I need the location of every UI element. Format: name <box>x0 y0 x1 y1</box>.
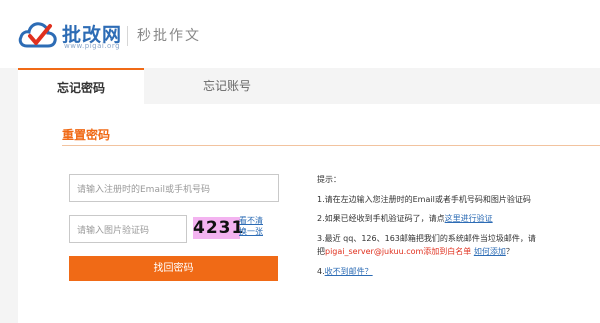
site-header: 批改网 www.pigai.org 秒批作文 <box>0 0 600 68</box>
tip-3-prefix: 把 <box>317 247 325 256</box>
header-slogan: 秒批作文 <box>137 28 201 44</box>
tips-heading: 提示： <box>317 175 341 184</box>
section-divider <box>62 145 600 146</box>
tip-4-prefix: 4. <box>317 267 325 276</box>
captcha-refresh-link[interactable]: 看不清 换一张 <box>239 215 269 237</box>
tip-1: 1.请在左边输入您注册时的Email或者手机号码和图片验证码 <box>317 195 531 204</box>
cloud-check-logo-icon[interactable] <box>18 18 58 52</box>
tab-bar: 忘记密码 忘记账号 <box>18 68 600 105</box>
captcha-placeholder: 请输入图片验证码 <box>77 225 150 236</box>
tab-forgot-password[interactable]: 忘记密码 <box>18 68 144 105</box>
whitelist-text: 添加到白名单 <box>423 247 472 256</box>
header-divider <box>127 26 128 46</box>
email-or-phone-input[interactable]: 请输入注册时的Email或手机号码 <box>69 174 279 202</box>
verify-here-link[interactable]: 这里进行验证 <box>445 214 493 223</box>
recover-password-button[interactable]: 找回密码 <box>69 256 278 281</box>
email-or-phone-placeholder: 请输入注册时的Email或手机号码 <box>77 184 210 195</box>
tip-2: 2.如果已经收到手机验证码了，请点这里进行验证 <box>317 213 493 224</box>
captcha-refresh-line1[interactable]: 看不清 <box>239 215 269 226</box>
captcha-image[interactable]: 4231 <box>193 217 243 239</box>
brand-domain: www.pigai.org <box>64 42 121 50</box>
tip-4: 4.收不到邮件？ <box>317 266 373 277</box>
tab-forgot-account[interactable]: 忘记账号 <box>144 68 310 104</box>
section-title: 重置密码 <box>62 128 111 142</box>
how-to-add-link[interactable]: 如何添加 <box>474 247 506 256</box>
captcha-input[interactable]: 请输入图片验证码 <box>69 215 187 243</box>
tip-3-line2: 把pigai_server@jukuu.com添加到白名单 如何添加？ <box>317 246 514 257</box>
tip-2-text: 2.如果已经收到手机验证码了，请点 <box>317 214 445 223</box>
captcha-refresh-line2[interactable]: 换一张 <box>239 226 269 237</box>
no-email-link[interactable]: 收不到邮件？ <box>325 267 373 276</box>
server-email: pigai_server@jukuu.com <box>325 247 424 256</box>
tip-3-question: ？ <box>505 247 514 256</box>
tip-3-line1: 3.最近 qq、126、163邮箱把我们的系统邮件当垃圾邮件，请 <box>317 234 536 243</box>
reset-panel: 重置密码 请输入注册时的Email或手机号码 请输入图片验证码 4231 看不清… <box>18 104 600 323</box>
